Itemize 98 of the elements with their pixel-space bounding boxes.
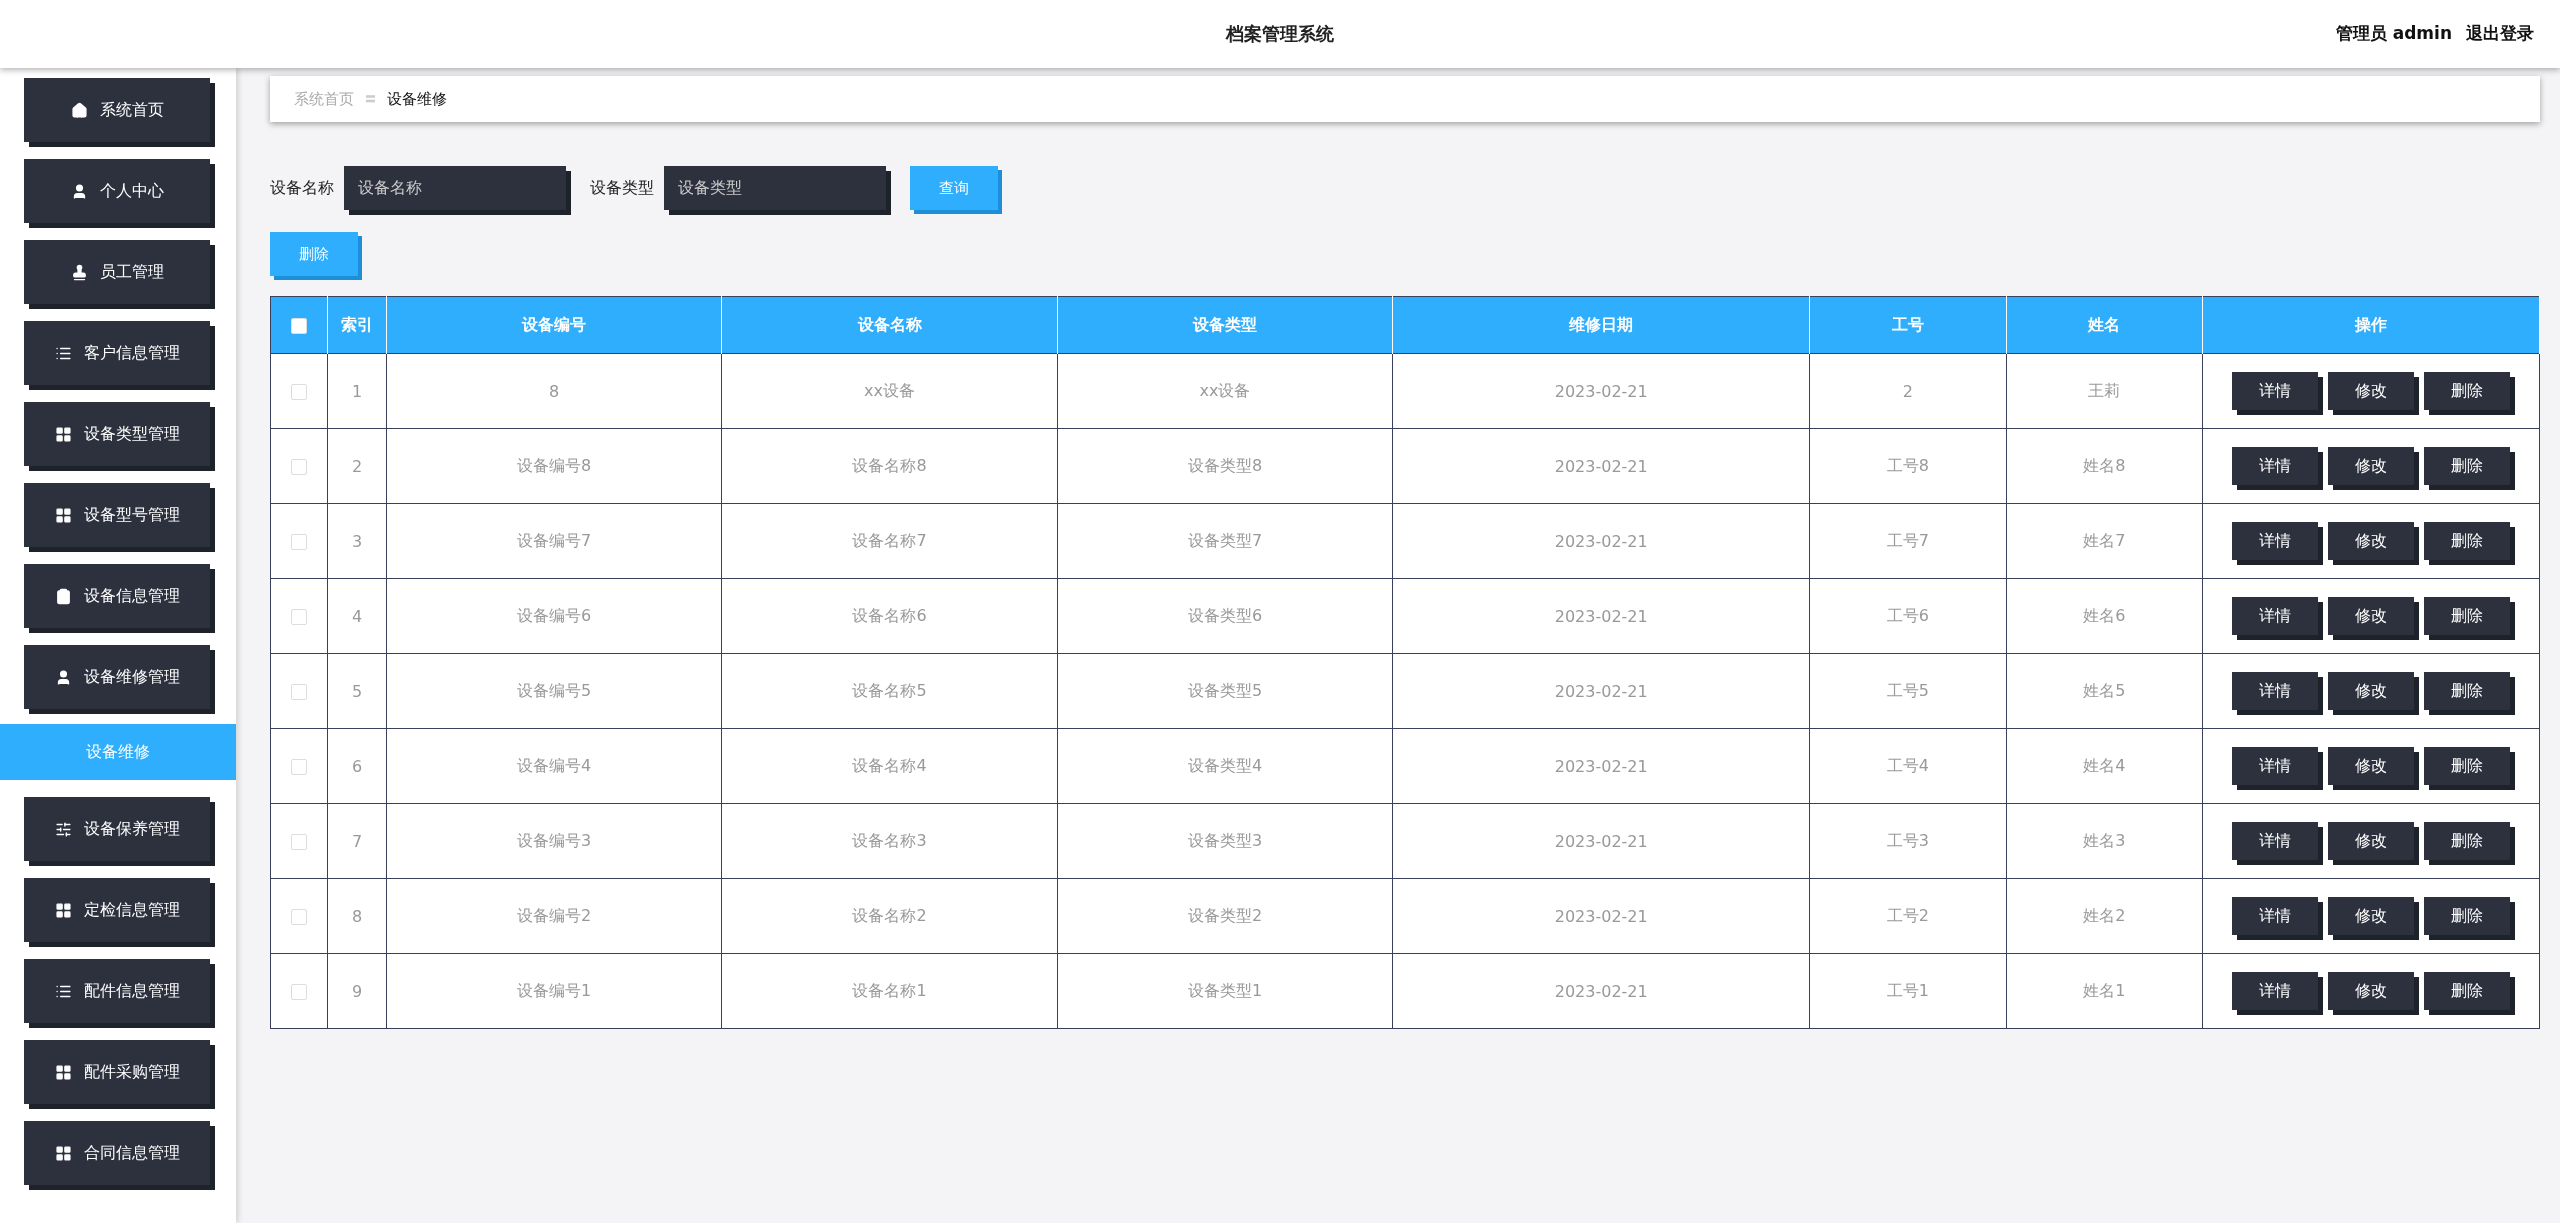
breadcrumb-separator: 〓	[364, 90, 377, 108]
table-cell: 设备类型5	[1057, 653, 1393, 729]
table-cell: 1	[327, 353, 387, 429]
table-cell: 2	[327, 428, 387, 504]
table-cell: 设备名称4	[721, 728, 1058, 804]
field-label: 设备类型	[590, 177, 654, 199]
table-cell: 工号5	[1809, 653, 2007, 729]
checkbox[interactable]	[291, 534, 307, 550]
table-cell: 设备名称7	[721, 503, 1058, 579]
table-cell: 设备类型4	[1057, 728, 1393, 804]
table-header-cell: 工号	[1809, 296, 2007, 354]
table-cell: 2023-02-21	[1392, 578, 1810, 654]
table-cell: 2023-02-21	[1392, 953, 1810, 1029]
table-cell: 设备类型8	[1057, 428, 1393, 504]
table-cell: 3	[327, 503, 387, 579]
table-cell: 设备编号1	[386, 953, 722, 1029]
table-cell: 设备编号7	[386, 503, 722, 579]
grid-icon	[54, 1144, 72, 1162]
table-cell: 5	[327, 653, 387, 729]
table-cell: 姓名7	[2006, 503, 2203, 579]
field-label: 设备名称	[270, 177, 334, 199]
logout-link[interactable]: 退出登录	[2466, 22, 2534, 45]
table-cell: 2023-02-21	[1392, 653, 1810, 729]
table-cell: 姓名5	[2006, 653, 2203, 729]
app-title: 档案管理系统	[1226, 22, 1334, 46]
user-label: 管理员 admin	[2335, 22, 2452, 45]
table-header-cell: 设备类型	[1057, 296, 1393, 354]
sliders-icon	[54, 820, 72, 838]
table-cell: 设备名称3	[721, 803, 1058, 879]
search-field[interactable]: 设备名称	[344, 166, 566, 210]
checkbox[interactable]	[291, 609, 307, 625]
breadcrumb-link[interactable]: 设备维修	[387, 89, 447, 109]
checkbox[interactable]	[291, 318, 307, 334]
table-cell: 2023-02-21	[1392, 803, 1810, 879]
table-cell: 工号1	[1809, 953, 2007, 1029]
table-cell: 设备名称8	[721, 428, 1058, 504]
table-cell: 2023-02-21	[1392, 878, 1810, 954]
table-header-cell: 索引	[327, 296, 387, 354]
table-cell: 设备编号5	[386, 653, 722, 729]
table-cell: 工号6	[1809, 578, 2007, 654]
table-cell: 工号4	[1809, 728, 2007, 804]
table-cell: 2023-02-21	[1392, 728, 1810, 804]
table-cell: 8	[327, 878, 387, 954]
checkbox[interactable]	[291, 909, 307, 925]
table-cell: 设备类型2	[1057, 878, 1393, 954]
table-cell: 工号7	[1809, 503, 2007, 579]
table-cell: 设备类型1	[1057, 953, 1393, 1029]
table-cell: 6	[327, 728, 387, 804]
table-header-cell: 维修日期	[1392, 296, 1810, 354]
table-cell: 姓名8	[2006, 428, 2203, 504]
grid-icon	[54, 901, 72, 919]
table-cell: 设备名称1	[721, 953, 1058, 1029]
table-cell: 2	[1809, 353, 2007, 429]
table-cell: 姓名2	[2006, 878, 2203, 954]
table-cell: 设备名称2	[721, 878, 1058, 954]
table-cell: 2023-02-21	[1392, 428, 1810, 504]
table-cell: 8	[386, 353, 722, 429]
table-cell: 设备名称5	[721, 653, 1058, 729]
table-cell: 王莉	[2006, 353, 2203, 429]
checkbox[interactable]	[291, 384, 307, 400]
table-cell: 工号2	[1809, 878, 2007, 954]
search-field[interactable]: 设备类型	[664, 166, 886, 210]
table-cell: xx设备	[1057, 353, 1393, 429]
checkbox[interactable]	[291, 984, 307, 1000]
table-cell: 2023-02-21	[1392, 503, 1810, 579]
table-cell: 设备编号4	[386, 728, 722, 804]
table-cell: 设备编号6	[386, 578, 722, 654]
table-cell: 4	[327, 578, 387, 654]
table-cell: 7	[327, 803, 387, 879]
table-header-cell: 设备编号	[386, 296, 722, 354]
grid-icon	[54, 1063, 72, 1081]
table-cell: 设备类型7	[1057, 503, 1393, 579]
table-header-cell: 设备名称	[721, 296, 1058, 354]
grid-icon	[54, 506, 72, 524]
table-cell: 9	[327, 953, 387, 1029]
checkbox[interactable]	[291, 834, 307, 850]
table-cell: 设备名称6	[721, 578, 1058, 654]
checkbox[interactable]	[291, 684, 307, 700]
table-cell: 设备类型6	[1057, 578, 1393, 654]
grid-icon	[54, 425, 72, 443]
checkbox[interactable]	[291, 759, 307, 775]
table-cell: 工号8	[1809, 428, 2007, 504]
table-cell: 工号3	[1809, 803, 2007, 879]
table-header-cell: 姓名	[2006, 296, 2203, 354]
table-cell: 设备编号8	[386, 428, 722, 504]
home-icon	[70, 101, 88, 119]
table-cell: 姓名4	[2006, 728, 2203, 804]
table-cell: xx设备	[721, 353, 1058, 429]
checkbox[interactable]	[291, 459, 307, 475]
table-cell: 姓名1	[2006, 953, 2203, 1029]
table-cell: 设备编号2	[386, 878, 722, 954]
table-cell: 设备编号3	[386, 803, 722, 879]
table-cell: 2023-02-21	[1392, 353, 1810, 429]
table-header-cell: 操作	[2202, 296, 2540, 354]
stamp-icon	[70, 263, 88, 281]
table-cell: 设备类型3	[1057, 803, 1393, 879]
table-cell: 姓名3	[2006, 803, 2203, 879]
table-cell: 姓名6	[2006, 578, 2203, 654]
